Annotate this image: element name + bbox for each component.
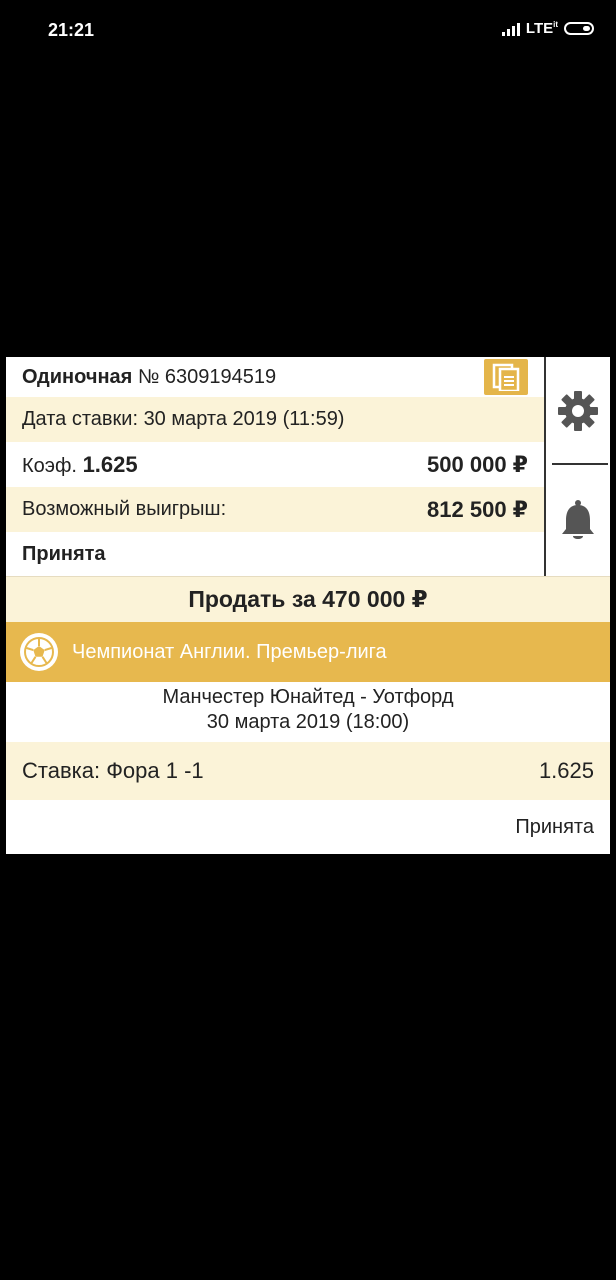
match-name: Манчестер Юнайтед - Уотфорд	[162, 686, 454, 708]
notification-button[interactable]	[546, 485, 610, 557]
bet-type: Одиночная	[22, 365, 133, 388]
document-button[interactable]	[484, 359, 528, 395]
bet-date: Дата ставки: 30 марта 2019 (11:59)	[22, 408, 345, 430]
coef: Коэф. 1.625	[22, 452, 138, 478]
stake-amount: 500 000 ₽	[427, 451, 528, 477]
event-status: Принята	[515, 815, 594, 838]
bet-number: № 6309194519	[137, 365, 277, 388]
possible-win-value: 812 500 ₽	[427, 496, 528, 522]
battery-icon	[564, 22, 594, 35]
status-time: 21:21	[48, 20, 95, 40]
coef-row: Коэф. 1.625 500 000 ₽	[6, 442, 544, 487]
sell-button[interactable]: Продать за 470 000 ₽	[6, 576, 610, 622]
bet-selection-coef: 1.625	[538, 758, 594, 783]
bet-card: Одиночная № 6309194519 Дата ставки: 30 м…	[6, 357, 610, 854]
bet-selection: Ставка: Фора 1 -1	[22, 758, 204, 783]
divider	[552, 463, 608, 465]
gear-icon	[558, 391, 598, 431]
bet-header-row: Одиночная № 6309194519	[6, 357, 544, 397]
bet-selection-row: Ставка: Фора 1 -1 1.625	[6, 742, 610, 800]
event-status-row: Принята	[6, 800, 610, 854]
settings-button[interactable]	[546, 375, 610, 447]
bet-actions	[544, 357, 610, 576]
network-sup: it	[553, 20, 558, 29]
bet-status: Принята	[22, 542, 106, 565]
possible-win-label: Возможный выигрыш:	[22, 498, 227, 520]
league-name: Чемпионат Англии. Премьер-лига	[72, 640, 387, 663]
soccer-ball-icon	[20, 633, 58, 671]
status-bar: 21:21 LTEit	[0, 0, 616, 62]
coef-value: 1.625	[82, 451, 138, 477]
bet-date-row: Дата ставки: 30 марта 2019 (11:59)	[6, 397, 544, 442]
match-info: Манчестер Юнайтед - Уотфорд 30 марта 201…	[6, 682, 610, 742]
match-date: 30 марта 2019 (18:00)	[206, 711, 410, 733]
document-icon	[492, 363, 520, 391]
signal-icon	[501, 22, 520, 36]
league-header: Чемпионат Англии. Премьер-лига	[6, 622, 610, 682]
bet-info: Одиночная № 6309194519 Дата ставки: 30 м…	[6, 357, 544, 576]
coef-label: Коэф.	[22, 454, 77, 477]
possible-win-row: Возможный выигрыш: 812 500 ₽	[6, 487, 544, 532]
status-icons: LTEit	[501, 20, 594, 37]
network-type: LTEit	[526, 20, 558, 37]
network-label: LTE	[525, 20, 554, 37]
bell-icon	[562, 500, 594, 539]
bet-title: Одиночная № 6309194519	[22, 366, 276, 389]
bet-status-row: Принята	[6, 532, 544, 576]
